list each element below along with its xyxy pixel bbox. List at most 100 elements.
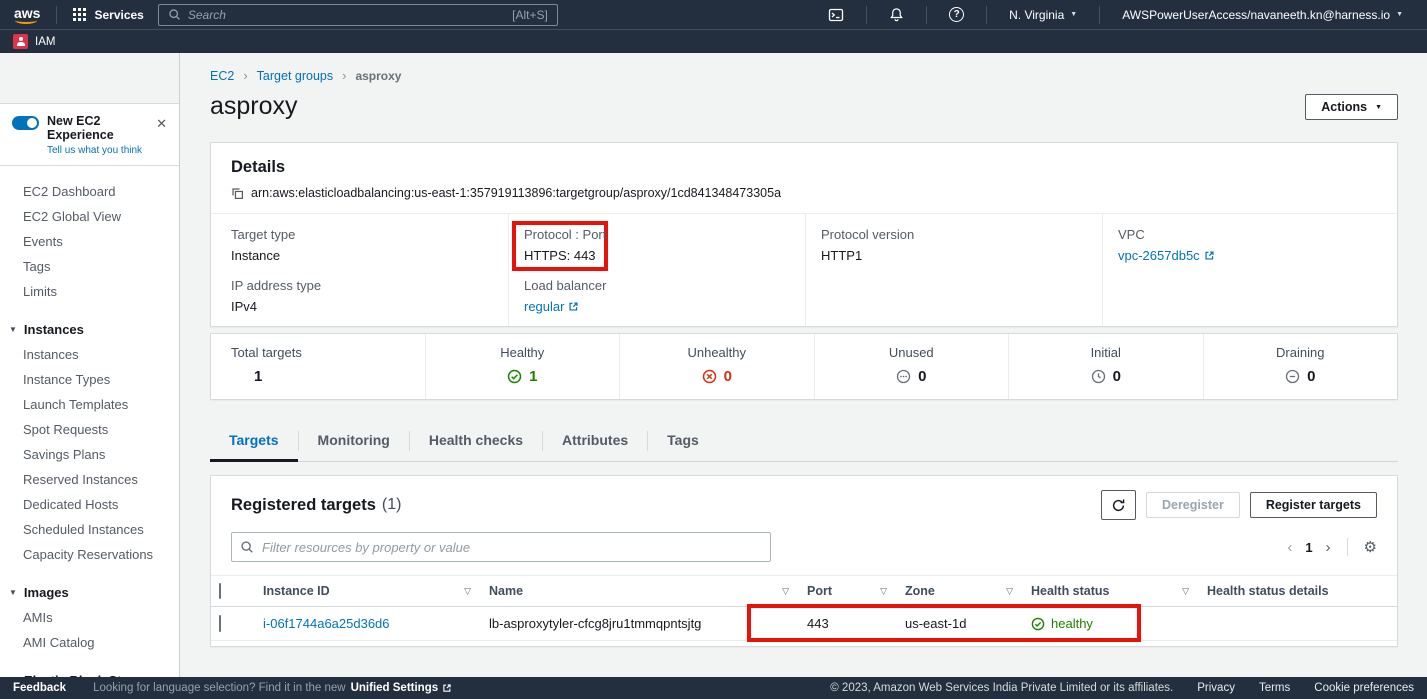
account-menu[interactable]: AWSPowerUserAccess/navaneeth.kn@harness.… [1110,8,1415,22]
aws-logo-smile [15,17,37,24]
tab-attributes[interactable]: Attributes [543,421,647,461]
register-targets-button[interactable]: Register targets [1250,492,1377,518]
region-selector[interactable]: N. Virginia ▼ [997,8,1089,22]
breadcrumb: EC2 › Target groups › asproxy [210,68,1398,83]
column-header-port[interactable]: Port▽ [799,576,897,607]
sidebar-item-amis[interactable]: AMIs [0,605,179,630]
column-header-health-status-details: Health status details [1199,576,1397,607]
help-button[interactable]: ? [937,7,976,22]
instance-id-link[interactable]: i-06f1744a6a25d36d6 [263,616,390,631]
load-balancer-link[interactable]: regular [524,299,579,314]
target-port: 443 [799,607,897,641]
sidebar-item-capacity-reservations[interactable]: Capacity Reservations [0,542,179,567]
sidebar-item-instance-types[interactable]: Instance Types [0,367,179,392]
row-checkbox[interactable] [219,615,221,632]
sidebar-item-events[interactable]: Events [0,229,179,254]
sort-icon: ▽ [1006,586,1013,597]
breadcrumb-target-groups[interactable]: Target groups [257,69,333,83]
column-header-name[interactable]: Name▽ [481,576,799,607]
language-hint: Looking for language selection? Find it … [93,682,346,694]
feedback-button[interactable]: Feedback [13,682,66,694]
tab-tags[interactable]: Tags [648,421,718,461]
health-status-text: healthy [1051,616,1093,631]
protocol-version-label: Protocol version [821,227,1092,242]
sidebar: New EC2 Experience Tell us what you thin… [0,53,180,677]
column-header-instance-id[interactable]: Instance ID▽ [255,576,481,607]
registered-targets-title: Registered targets [231,496,376,515]
iam-service-icon [13,34,28,49]
copy-arn-button[interactable] [231,187,244,200]
actions-button[interactable]: Actions ▼ [1305,94,1398,120]
cloudshell-button[interactable] [816,7,856,23]
chevron-down-icon: ▼ [1396,11,1403,18]
page-number[interactable]: 1 [1305,540,1312,555]
filter-search-icon [240,540,254,554]
protocol-port-label: Protocol : Port [524,227,795,242]
nav-divider [56,6,57,24]
tab-health-checks[interactable]: Health checks [410,421,542,461]
sidebar-item-reserved-instances[interactable]: Reserved Instances [0,467,179,492]
new-experience-banner: New EC2 Experience Tell us what you thin… [0,103,179,166]
sort-icon: ▽ [1182,586,1189,597]
previous-page-icon[interactable]: ‹ [1287,540,1292,555]
gear-icon[interactable]: ⚙ [1364,540,1377,555]
column-header-health-status[interactable]: Health status▽ [1023,576,1199,607]
sidebar-item-launch-templates[interactable]: Launch Templates [0,392,179,417]
sidebar-item-ami-catalog[interactable]: AMI Catalog [0,630,179,655]
aws-logo[interactable]: aws [12,5,46,25]
vpc-label: VPC [1118,227,1387,242]
stat-draining: Draining 0 [1203,334,1398,399]
next-page-icon[interactable]: › [1326,540,1331,555]
banner-feedback-link[interactable]: Tell us what you think [47,145,169,156]
filter-input[interactable] [231,532,771,562]
sidebar-item-limits[interactable]: Limits [0,279,179,304]
target-zone: us-east-1d [897,607,1023,641]
stat-healthy: Healthy 1 [425,334,620,399]
new-experience-toggle[interactable] [12,116,39,130]
favorites-bar: IAM [0,29,1427,53]
refresh-button[interactable] [1101,490,1136,520]
terms-link[interactable]: Terms [1259,682,1290,694]
bell-icon [889,7,904,22]
close-icon[interactable]: ✕ [156,117,167,130]
sidebar-item-spot-requests[interactable]: Spot Requests [0,417,179,442]
sidebar-item-dedicated-hosts[interactable]: Dedicated Hosts [0,492,179,517]
tab-targets[interactable]: Targets [210,421,298,461]
sidebar-section-images[interactable]: ▼ Images [0,580,179,605]
sidebar-item-instances[interactable]: Instances [0,342,179,367]
top-navigation: aws Services [Alt+S] ? N. Virginia ▼ AWS… [0,0,1427,29]
region-label: N. Virginia [1009,8,1064,22]
services-menu-button[interactable]: Services [67,8,149,22]
cookie-preferences-link[interactable]: Cookie preferences [1314,682,1414,694]
refresh-icon [1111,498,1126,513]
favorite-iam-link[interactable]: IAM [13,34,55,49]
vpc-link[interactable]: vpc-2657db5c [1118,248,1215,263]
services-label: Services [94,8,143,22]
protocol-version-value: HTTP1 [821,248,1092,263]
table-row: i-06f1744a6a25d36d6 lb-asproxytyler-cfcg… [211,607,1397,641]
sidebar-item-ec2-global-view[interactable]: EC2 Global View [0,204,179,229]
sidebar-item-tags[interactable]: Tags [0,254,179,279]
breadcrumb-separator: › [342,68,346,83]
notifications-button[interactable] [877,7,916,22]
breadcrumb-ec2[interactable]: EC2 [210,69,234,83]
select-all-checkbox[interactable] [219,583,221,599]
external-link-icon [568,301,579,312]
unified-settings-link[interactable]: Unified Settings [351,682,453,694]
search-input[interactable] [188,8,512,22]
stat-unhealthy: Unhealthy 0 [619,334,814,399]
tab-monitoring[interactable]: Monitoring [299,421,409,461]
deregister-button[interactable]: Deregister [1146,492,1240,518]
column-header-zone[interactable]: Zone▽ [897,576,1023,607]
sidebar-item-savings-plans[interactable]: Savings Plans [0,442,179,467]
search-shortcut: [Alt+S] [512,8,548,22]
sidebar-section-instances[interactable]: ▼ Instances [0,317,179,342]
sidebar-section-elastic-block-store[interactable]: ▼ Elastic Block Store [0,668,179,677]
privacy-link[interactable]: Privacy [1197,682,1235,694]
sidebar-nav: EC2 Dashboard EC2 Global View Events Tag… [0,166,179,677]
sidebar-item-scheduled-instances[interactable]: Scheduled Instances [0,517,179,542]
unhealthy-x-icon [702,369,717,384]
sidebar-item-ec2-dashboard[interactable]: EC2 Dashboard [0,179,179,204]
load-balancer-label: Load balancer [524,278,795,293]
external-link-icon [1204,250,1215,261]
